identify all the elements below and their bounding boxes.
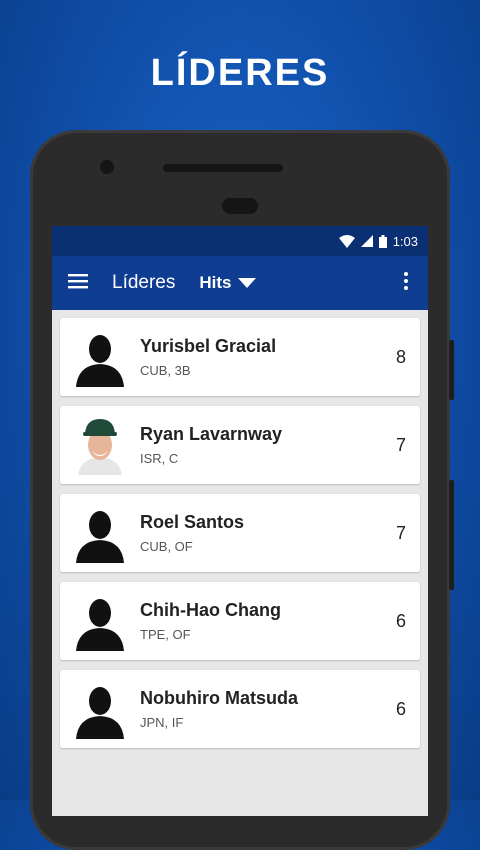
phone-frame: 1:03 Líderes Hits Yurisbel Gracial CUB, …: [30, 130, 454, 850]
player-name: Nobuhiro Matsuda: [140, 688, 298, 708]
player-meta: CUB, 3B: [140, 363, 191, 378]
player-card[interactable]: Yurisbel Gracial CUB, 3B 8: [60, 318, 420, 396]
volume-button: [449, 340, 454, 400]
silhouette-icon: [70, 327, 130, 387]
player-name: Ryan Lavarnway: [140, 424, 283, 444]
status-time: 1:03: [392, 233, 418, 249]
promo-headline: LÍDERES: [150, 52, 330, 94]
silhouette-icon: [70, 591, 130, 651]
player-stat-value: 7: [395, 434, 406, 455]
player-meta: CUB, OF: [140, 539, 193, 554]
stat-filter-dropdown[interactable]: Hits: [199, 273, 256, 293]
more-options-button[interactable]: [392, 256, 420, 310]
player-meta: ISR, C: [140, 451, 179, 466]
chevron-down-icon: [237, 273, 256, 293]
player-card[interactable]: Roel Santos CUB, OF 7: [60, 494, 420, 572]
earpiece-speaker: [163, 164, 283, 172]
more-vertical-icon: [404, 271, 408, 295]
player-stat-value: 6: [395, 698, 406, 719]
player-info: Chih-Hao Chang TPE, OF: [140, 600, 281, 642]
player-name: Roel Santos: [140, 512, 245, 532]
player-info: Nobuhiro Matsuda JPN, IF: [140, 688, 298, 730]
player-card[interactable]: Chih-Hao Chang TPE, OF 6: [60, 582, 420, 660]
player-info: Ryan Lavarnway ISR, C: [140, 424, 282, 466]
silhouette-icon: [70, 679, 130, 739]
power-button: [449, 480, 454, 590]
leaders-list: Yurisbel Gracial CUB, 3B 8 Ryan Lavarnwa…: [52, 310, 428, 748]
player-stat-value: 8: [395, 346, 406, 367]
player-photo: [70, 415, 130, 475]
front-camera: [100, 160, 114, 174]
player-name: Chih-Hao Chang: [140, 600, 281, 620]
battery-icon: [378, 234, 387, 248]
player-name: Yurisbel Gracial: [140, 336, 277, 356]
status-bar: 1:03: [52, 226, 428, 256]
app-bar: Líderes Hits: [52, 256, 428, 310]
wifi-icon: [338, 234, 355, 248]
page-title: Líderes: [112, 272, 176, 293]
player-meta: TPE, OF: [140, 627, 191, 642]
proximity-sensor: [222, 198, 258, 214]
stat-filter-label: Hits: [199, 273, 232, 292]
player-info: Yurisbel Gracial CUB, 3B: [140, 336, 276, 378]
phone-screen: 1:03 Líderes Hits Yurisbel Gracial CUB, …: [52, 226, 428, 816]
player-meta: JPN, IF: [140, 715, 184, 730]
player-stat-value: 6: [395, 610, 406, 631]
player-info: Roel Santos CUB, OF: [140, 512, 244, 554]
silhouette-icon: [70, 503, 130, 563]
menu-button[interactable]: [56, 256, 100, 310]
signal-icon: [360, 235, 373, 247]
player-card[interactable]: Ryan Lavarnway ISR, C 7: [60, 406, 420, 484]
player-stat-value: 7: [395, 522, 406, 543]
player-card[interactable]: Nobuhiro Matsuda JPN, IF 6: [60, 670, 420, 748]
hamburger-icon: [68, 273, 88, 294]
